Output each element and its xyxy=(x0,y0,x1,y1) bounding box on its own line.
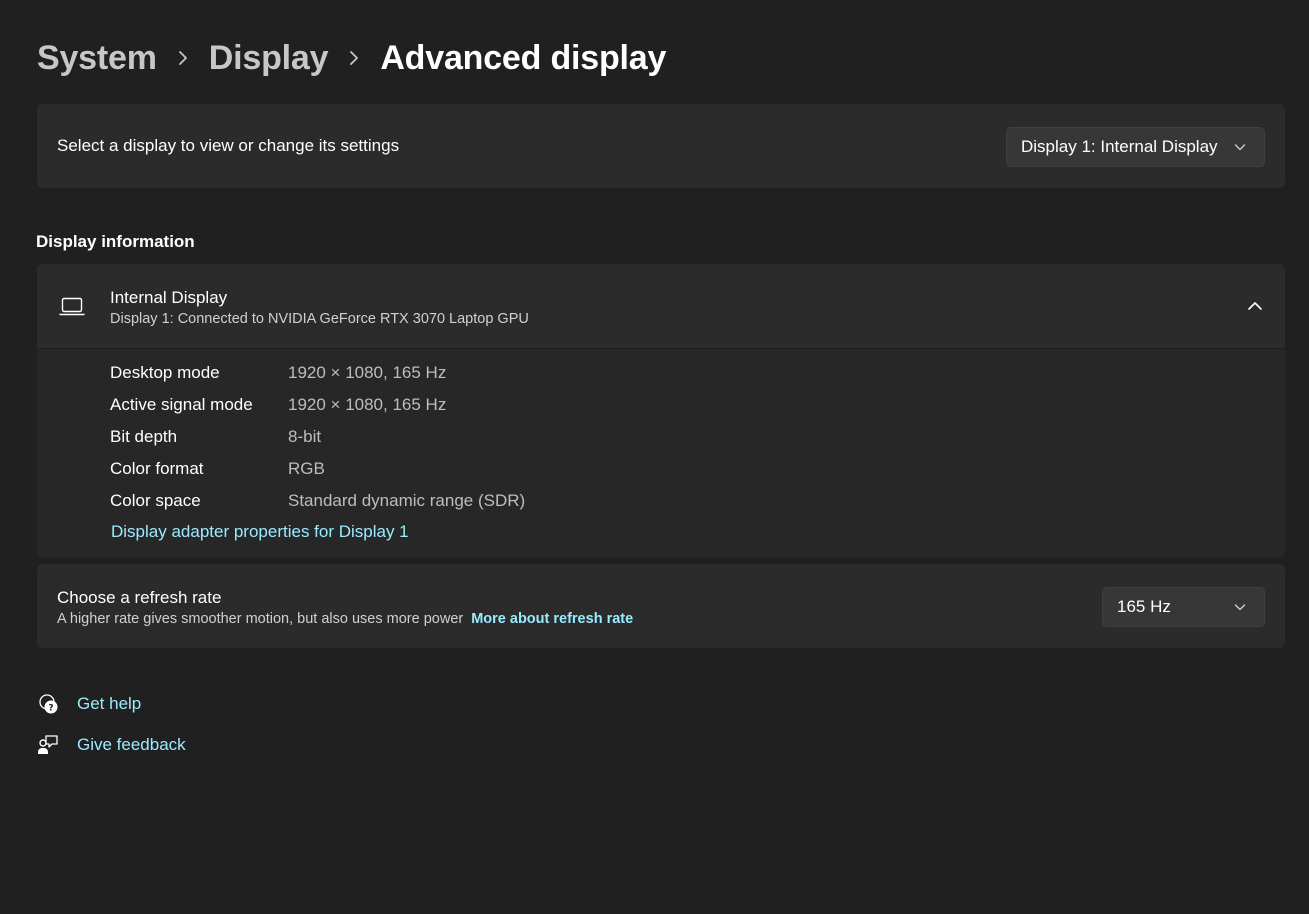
info-key: Bit depth xyxy=(110,427,178,446)
info-row-desktop-mode: Desktop mode 1920 × 1080, 165 Hz xyxy=(110,361,446,385)
info-key: Desktop mode xyxy=(110,363,220,382)
more-about-refresh-rate-link[interactable]: More about refresh rate xyxy=(471,611,633,627)
refresh-rate-title: Choose a refresh rate xyxy=(57,588,222,607)
breadcrumb-display[interactable]: Display xyxy=(209,39,329,78)
info-row-active-signal-mode: Active signal mode 1920 × 1080, 165 Hz xyxy=(110,393,446,417)
display-select-card: Select a display to view or change its s… xyxy=(37,104,1285,188)
breadcrumb-system[interactable]: System xyxy=(37,39,157,78)
info-row-bit-depth: Bit depth 8-bit xyxy=(110,425,321,449)
chevron-down-icon xyxy=(1234,604,1246,611)
display-select-label: Select a display to view or change its s… xyxy=(57,136,400,155)
info-value: 1920 × 1080, 165 Hz xyxy=(288,395,447,414)
breadcrumb: System Display Advanced display xyxy=(37,36,666,80)
display-information-expander[interactable]: Internal Display Display 1: Connected to… xyxy=(37,264,1285,349)
info-value: 8-bit xyxy=(288,427,322,446)
display-name: Internal Display xyxy=(110,288,228,307)
section-title-display-information: Display information xyxy=(36,232,195,251)
chevron-down-icon xyxy=(1234,144,1246,151)
info-value: 1920 × 1080, 165 Hz xyxy=(288,363,447,382)
info-row-color-format: Color format RGB xyxy=(110,457,325,481)
refresh-rate-value: 165 Hz xyxy=(1117,597,1171,616)
get-help-link[interactable]: ? Get help xyxy=(37,691,141,717)
help-chat-icon: ? xyxy=(37,693,77,715)
refresh-rate-dropdown[interactable]: 165 Hz xyxy=(1102,587,1265,627)
refresh-rate-description: A higher rate gives smoother motion, but… xyxy=(57,611,633,627)
chevron-right-icon xyxy=(328,50,380,66)
laptop-icon xyxy=(59,297,85,316)
display-information-card: Internal Display Display 1: Connected to… xyxy=(37,264,1285,558)
display-select-value: Display 1: Internal Display xyxy=(1021,137,1218,156)
display-connection-subtitle: Display 1: Connected to NVIDIA GeForce R… xyxy=(110,311,529,327)
refresh-rate-card: Choose a refresh rate A higher rate give… xyxy=(37,564,1285,648)
info-value: Standard dynamic range (SDR) xyxy=(288,491,526,510)
give-feedback-link[interactable]: Give feedback xyxy=(37,732,186,758)
get-help-label: Get help xyxy=(77,694,142,713)
svg-text:?: ? xyxy=(48,704,53,714)
display-select-dropdown[interactable]: Display 1: Internal Display xyxy=(1006,127,1265,167)
display-adapter-properties-link[interactable]: Display adapter properties for Display 1 xyxy=(111,522,409,542)
feedback-icon xyxy=(37,734,77,756)
info-key: Color space xyxy=(110,491,201,510)
info-row-color-space: Color space Standard dynamic range (SDR) xyxy=(110,489,525,513)
page-title: Advanced display xyxy=(380,38,667,77)
info-key: Color format xyxy=(110,459,204,478)
refresh-rate-description-text: A higher rate gives smoother motion, but… xyxy=(57,611,464,627)
info-value: RGB xyxy=(288,459,325,478)
display-information-details: Desktop mode 1920 × 1080, 165 Hz Active … xyxy=(37,349,1285,558)
chevron-right-icon xyxy=(157,50,209,66)
give-feedback-label: Give feedback xyxy=(77,735,186,754)
info-key: Active signal mode xyxy=(110,395,253,414)
chevron-up-icon[interactable] xyxy=(1247,300,1263,312)
